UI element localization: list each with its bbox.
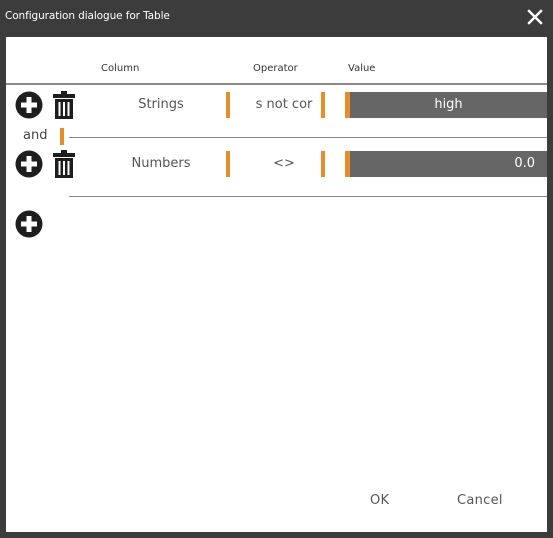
dialog-title: Configuration dialogue for Table — [5, 10, 170, 22]
delete-condition-icon[interactable] — [53, 150, 75, 178]
delete-condition-icon[interactable] — [53, 91, 75, 119]
connector-divider — [69, 137, 547, 138]
close-icon[interactable] — [527, 9, 543, 25]
column-select[interactable]: Numbers — [111, 156, 211, 171]
column-select[interactable]: Strings — [111, 97, 211, 112]
add-new-condition-icon[interactable] — [15, 210, 43, 238]
value-input[interactable]: 0.0 — [345, 151, 547, 177]
column-accent-bar — [226, 92, 230, 118]
operator-accent-bar — [321, 92, 325, 118]
cancel-button[interactable]: Cancel — [457, 493, 503, 508]
condition-row: Strings s not cor high — [6, 90, 547, 120]
operator-accent-bar — [321, 151, 325, 177]
add-condition-icon[interactable] — [15, 150, 43, 178]
ok-button[interactable]: OK — [370, 493, 389, 508]
header-value: Value — [348, 63, 376, 74]
add-condition-icon[interactable] — [15, 91, 43, 119]
header-column: Column — [101, 63, 140, 74]
connector-accent-bar — [60, 128, 64, 145]
operator-select[interactable]: s not cor — [244, 97, 324, 112]
connector-label[interactable]: and — [23, 128, 47, 143]
group-divider — [69, 196, 547, 197]
condition-row: Numbers <> 0.0 — [6, 149, 547, 179]
value-text: high — [434, 97, 463, 112]
header-divider — [6, 83, 547, 85]
value-input[interactable]: high — [345, 92, 547, 118]
value-text: 0.0 — [514, 156, 535, 171]
operator-select[interactable]: <> — [244, 156, 324, 171]
column-accent-bar — [226, 151, 230, 177]
header-operator: Operator — [253, 63, 298, 74]
dialog-content: Column Operator Value Strings s not cor … — [6, 37, 547, 532]
title-bar: Configuration dialogue for Table — [0, 0, 553, 37]
